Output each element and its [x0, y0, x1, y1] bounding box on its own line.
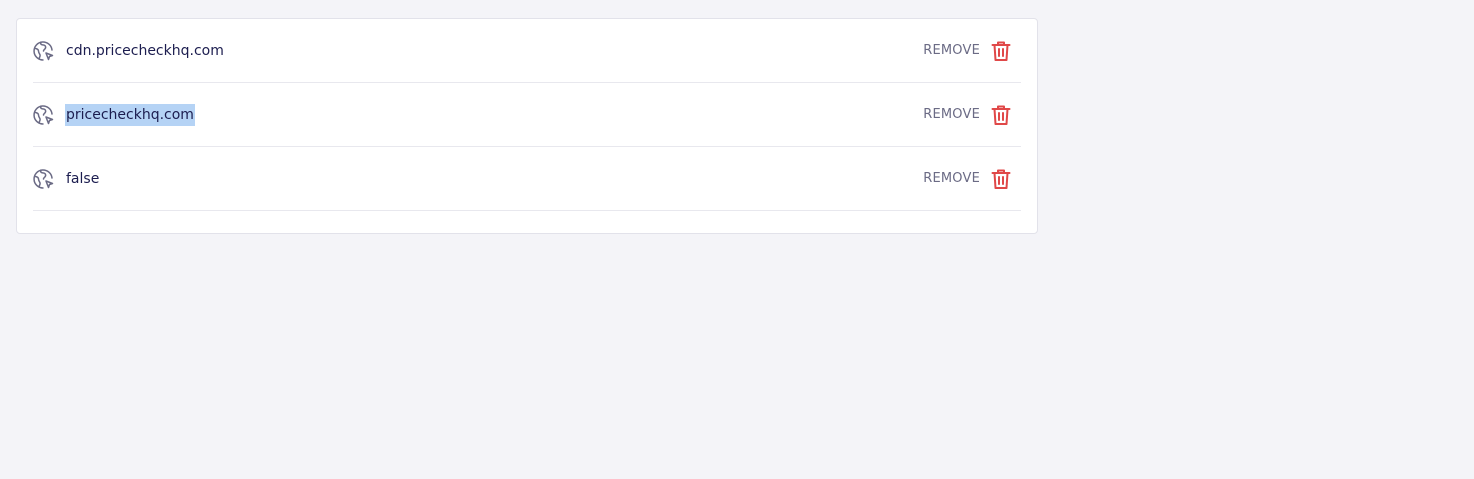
- domain-row: pricecheckhq.com REMOVE: [33, 83, 1021, 147]
- remove-label[interactable]: REMOVE: [923, 107, 980, 122]
- domain-name: pricecheckhq.com: [65, 103, 195, 126]
- domains-card: cdn.pricecheckhq.com REMOVE pricecheckhq…: [16, 18, 1038, 234]
- domain-list: cdn.pricecheckhq.com REMOVE pricecheckhq…: [33, 19, 1021, 211]
- remove-label[interactable]: REMOVE: [923, 43, 980, 58]
- trash-icon[interactable]: [990, 167, 1012, 191]
- remove-button[interactable]: REMOVE: [923, 39, 1012, 63]
- domain-row: cdn.pricecheckhq.com REMOVE: [33, 19, 1021, 83]
- remove-label[interactable]: REMOVE: [923, 171, 980, 186]
- domain-name: false: [66, 170, 100, 187]
- domain-row: false REMOVE: [33, 147, 1021, 211]
- trash-icon[interactable]: [990, 103, 1012, 127]
- remove-button[interactable]: REMOVE: [923, 167, 1012, 191]
- domain-name: cdn.pricecheckhq.com: [66, 42, 224, 59]
- globe-cursor-icon: [32, 39, 56, 63]
- trash-icon[interactable]: [990, 39, 1012, 63]
- remove-button[interactable]: REMOVE: [923, 103, 1012, 127]
- globe-cursor-icon: [32, 103, 56, 127]
- globe-cursor-icon: [32, 167, 56, 191]
